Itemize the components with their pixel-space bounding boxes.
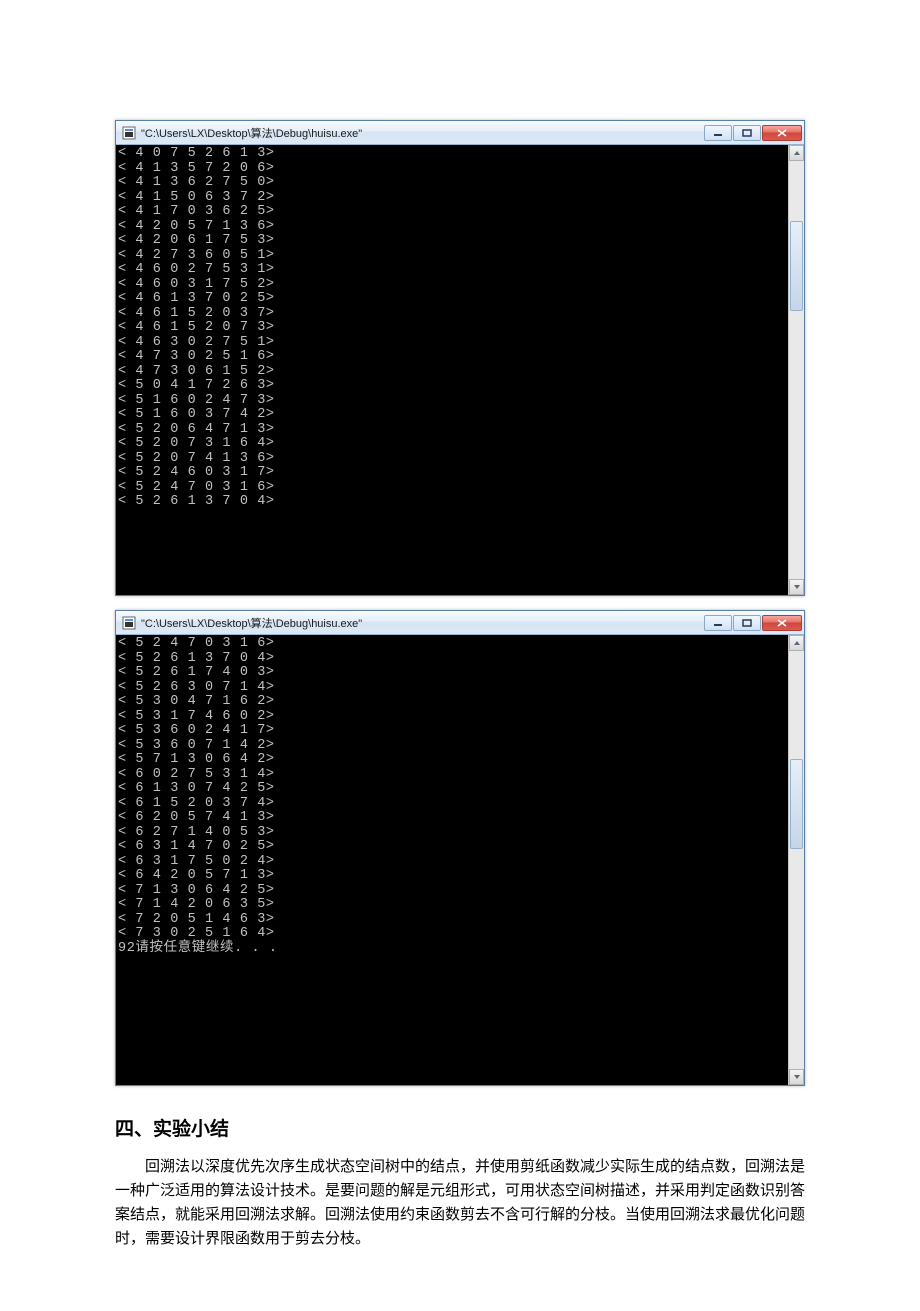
scroll-up-icon (793, 640, 801, 646)
section-body: 回溯法以深度优先次序生成状态空间树中的结点，并使用剪纸函数减少实际生成的结点数，… (115, 1155, 805, 1251)
minimize-icon (713, 619, 723, 627)
close-icon (777, 129, 787, 137)
minimize-button[interactable] (704, 615, 732, 631)
console-window-1: "C:\Users\LX\Desktop\算法\Debug\huisu.exe"… (115, 120, 805, 596)
scroll-down-icon (793, 1074, 801, 1080)
scroll-thumb[interactable] (790, 759, 803, 849)
window-buttons (704, 125, 802, 141)
maximize-icon (742, 129, 752, 137)
app-icon (122, 616, 136, 630)
scroll-down-button[interactable] (789, 579, 804, 595)
vertical-scrollbar[interactable] (788, 145, 804, 595)
scroll-track-area[interactable] (789, 651, 804, 1069)
vertical-scrollbar[interactable] (788, 635, 804, 1085)
console-client-area: < 4 0 7 5 2 6 1 3> < 4 1 3 5 7 2 0 6> < … (116, 145, 804, 595)
scroll-track-area[interactable] (789, 161, 804, 579)
close-icon (777, 619, 787, 627)
scroll-up-button[interactable] (789, 145, 804, 161)
console-client-area: < 5 2 4 7 0 3 1 6> < 5 2 6 1 3 7 0 4> < … (116, 635, 804, 1085)
scroll-down-icon (793, 584, 801, 590)
maximize-icon (742, 619, 752, 627)
app-icon (122, 126, 136, 140)
scroll-up-icon (793, 150, 801, 156)
section-heading: 四、实验小结 (115, 1114, 805, 1141)
close-button[interactable] (762, 125, 802, 141)
console-window-2: "C:\Users\LX\Desktop\算法\Debug\huisu.exe"… (115, 610, 805, 1086)
titlebar[interactable]: "C:\Users\LX\Desktop\算法\Debug\huisu.exe" (116, 611, 804, 635)
console-output[interactable]: < 4 0 7 5 2 6 1 3> < 4 1 3 5 7 2 0 6> < … (116, 145, 788, 595)
window-title: "C:\Users\LX\Desktop\算法\Debug\huisu.exe" (141, 125, 704, 141)
maximize-button[interactable] (733, 615, 761, 631)
console-output[interactable]: < 5 2 4 7 0 3 1 6> < 5 2 6 1 3 7 0 4> < … (116, 635, 788, 1085)
scroll-up-button[interactable] (789, 635, 804, 651)
minimize-icon (713, 129, 723, 137)
window-title: "C:\Users\LX\Desktop\算法\Debug\huisu.exe" (141, 615, 704, 631)
titlebar[interactable]: "C:\Users\LX\Desktop\算法\Debug\huisu.exe" (116, 121, 804, 145)
scroll-down-button[interactable] (789, 1069, 804, 1085)
window-buttons (704, 615, 802, 631)
scroll-thumb[interactable] (790, 221, 803, 311)
maximize-button[interactable] (733, 125, 761, 141)
close-button[interactable] (762, 615, 802, 631)
minimize-button[interactable] (704, 125, 732, 141)
